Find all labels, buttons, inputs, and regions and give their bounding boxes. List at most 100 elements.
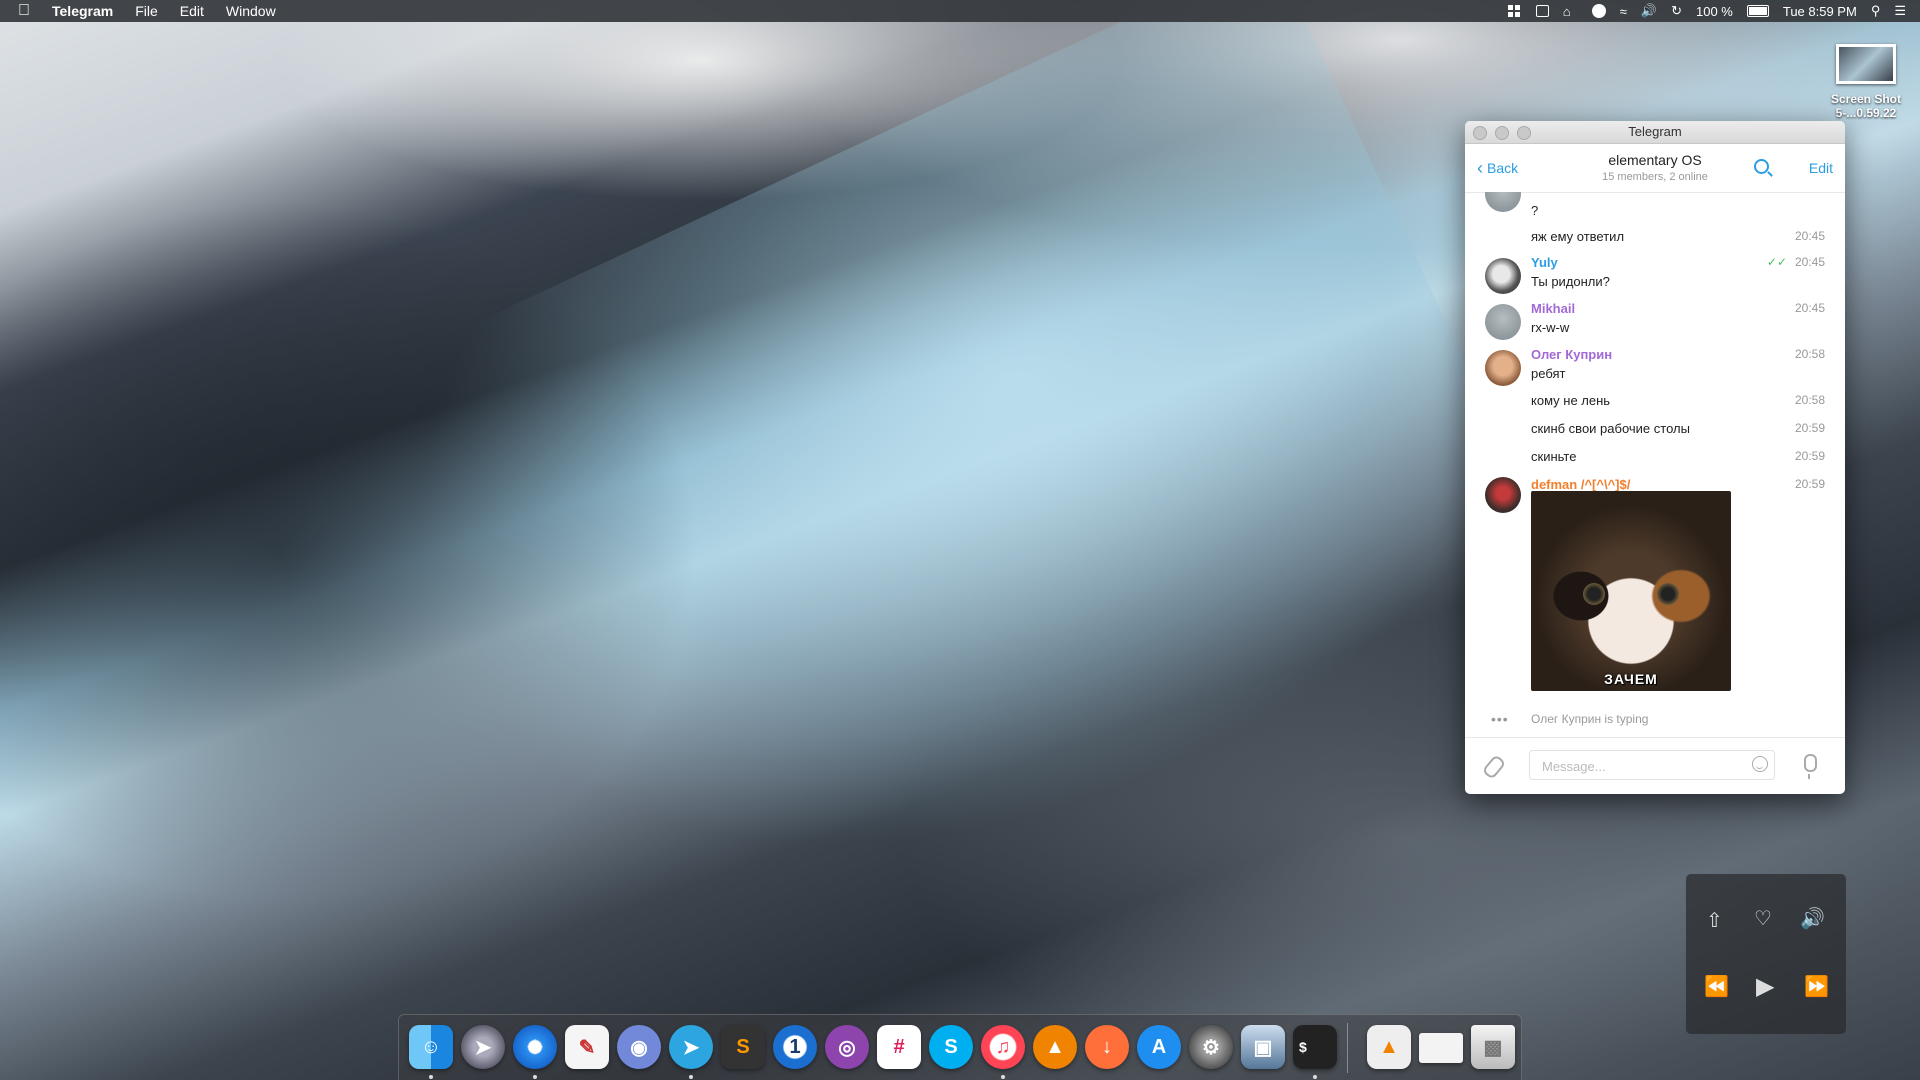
play-icon[interactable]: ▶ — [1756, 972, 1774, 1001]
message-list[interactable]: ? яж ему ответил 20:45 Yuly Ты ридонли? … — [1465, 192, 1845, 717]
notification-center-icon[interactable]: ☰ — [1894, 3, 1906, 19]
launchpad-icon[interactable]: ➤ — [461, 1025, 505, 1069]
message-text: скиньте — [1531, 449, 1577, 464]
archive-icon[interactable]: ▲ — [1367, 1025, 1411, 1069]
telegram-window: Telegram ‹ Back elementary OS 15 members… — [1465, 121, 1845, 794]
window-titlebar[interactable]: Telegram — [1465, 121, 1845, 144]
desktop-screenshot-file[interactable]: Screen Shot 5-...0.59.22 — [1820, 44, 1912, 120]
apple-menu-icon[interactable]:  — [18, 2, 52, 20]
preview-icon[interactable]: ▣ — [1241, 1025, 1285, 1069]
system-preferences-icon[interactable]: ⚙ — [1189, 1025, 1233, 1069]
itunes-icon[interactable]: ♫ — [981, 1025, 1025, 1069]
trash-icon[interactable]: ▩ — [1471, 1025, 1515, 1069]
edit-button[interactable]: Edit — [1809, 160, 1833, 176]
avatar[interactable] — [1485, 304, 1521, 340]
sketch-icon[interactable]: ✎ — [565, 1025, 609, 1069]
message-composer — [1465, 737, 1845, 794]
message-time: 20:45 — [1794, 301, 1825, 315]
attach-icon[interactable] — [1481, 754, 1507, 780]
menu-edit[interactable]: Edit — [169, 0, 215, 22]
message-input[interactable] — [1530, 751, 1744, 781]
podcast-icon[interactable]: ⌂ — [1563, 4, 1578, 19]
message-sender[interactable]: Mikhail — [1531, 301, 1575, 316]
message-sender[interactable]: defman /^[^\^]$/ — [1531, 477, 1630, 492]
avatar[interactable] — [1485, 477, 1521, 513]
podcasts-icon[interactable]: ◎ — [825, 1025, 869, 1069]
time-machine-icon[interactable]: ↻ — [1671, 3, 1682, 19]
volume-icon[interactable]: 🔊 — [1800, 906, 1825, 931]
terminal-icon[interactable]: $ — [1293, 1025, 1337, 1069]
spotlight-icon[interactable]: ⚲ — [1871, 3, 1881, 19]
file-name-line2: 5-...0.59.22 — [1835, 106, 1897, 120]
message-sender[interactable]: Yuly — [1531, 255, 1558, 270]
avatar[interactable] — [1485, 258, 1521, 294]
heart-icon[interactable]: ♡ — [1754, 906, 1772, 931]
message-time: 20:58 — [1794, 393, 1825, 407]
back-label: Back — [1487, 160, 1519, 176]
avatar[interactable] — [1485, 192, 1521, 212]
screenshot-stack-icon[interactable] — [1419, 1033, 1463, 1063]
volume-icon[interactable]: 🔊 — [1641, 3, 1657, 19]
menu-bar:  Telegram File Edit Window ⌂ ≈ 🔊 ↻ 100 … — [0, 0, 1920, 22]
menu-window[interactable]: Window — [215, 0, 287, 22]
message-text: скинб свои рабочие столы — [1531, 421, 1690, 436]
discord-icon[interactable]: ◉ — [617, 1025, 661, 1069]
share-icon[interactable]: ⇧ — [1706, 908, 1723, 933]
minimize-window-button[interactable] — [1495, 126, 1509, 140]
dock-separator — [1347, 1023, 1348, 1073]
menu-file[interactable]: File — [124, 0, 169, 22]
telegram-tray-icon[interactable] — [1591, 4, 1606, 18]
transmission-icon[interactable]: ↓ — [1085, 1025, 1129, 1069]
message-text: ? — [1531, 203, 1539, 218]
running-indicator — [429, 1075, 433, 1079]
display-icon[interactable] — [1535, 5, 1549, 17]
clock[interactable]: Tue 8:59 PM — [1783, 4, 1857, 19]
slack-icon[interactable]: # — [877, 1025, 921, 1069]
typing-dots-icon: ••• — [1491, 711, 1509, 727]
typing-text: Олег Куприн is typing — [1531, 712, 1649, 726]
tiles-icon[interactable] — [1507, 4, 1522, 18]
message-text: ребят — [1531, 366, 1566, 381]
message-text: Ты ридонли? — [1531, 274, 1610, 289]
finder-icon[interactable]: ☺ — [409, 1025, 453, 1069]
file-thumbnail — [1836, 44, 1896, 84]
message-input-box[interactable] — [1529, 750, 1775, 781]
microphone-icon[interactable] — [1804, 754, 1817, 779]
zoom-window-button[interactable] — [1517, 126, 1531, 140]
chevron-left-icon: ‹ — [1477, 158, 1483, 178]
wifi-icon[interactable]: ≈ — [1620, 4, 1627, 19]
app-store-icon[interactable]: A — [1137, 1025, 1181, 1069]
safari-icon[interactable]: ✧ — [513, 1025, 557, 1069]
close-window-button[interactable] — [1473, 126, 1487, 140]
search-icon[interactable] — [1754, 159, 1769, 174]
running-indicator — [1313, 1075, 1317, 1079]
fast-forward-icon[interactable]: ⏩ — [1804, 974, 1829, 999]
telegram-icon[interactable]: ➤ — [669, 1025, 713, 1069]
chat-header: ‹ Back elementary OS 15 members, 2 onlin… — [1465, 144, 1845, 193]
avatar[interactable] — [1485, 350, 1521, 386]
photo-message[interactable]: ЗАЧЕМ — [1531, 491, 1731, 691]
chat-subtitle: 15 members, 2 online — [1602, 171, 1708, 183]
message-time: 20:59 — [1794, 477, 1825, 491]
message-text: rx-w-w — [1531, 320, 1570, 335]
read-check-icon: ✓✓ — [1766, 255, 1787, 269]
sublime-text-icon[interactable]: S — [721, 1025, 765, 1069]
message-time: 20:59 — [1794, 421, 1825, 435]
vlc-icon[interactable]: ▲ — [1033, 1025, 1077, 1069]
1password-icon[interactable]: 1 — [773, 1025, 817, 1069]
app-menu[interactable]: Telegram — [52, 0, 124, 22]
chat-title: elementary OS — [1608, 152, 1702, 168]
photo-caption: ЗАЧЕМ — [1604, 671, 1658, 687]
message-sender[interactable]: Олег Куприн — [1531, 347, 1612, 362]
battery-percent[interactable]: 100 % — [1696, 4, 1733, 19]
wallpaper-glacier — [321, 0, 1569, 1030]
message-time: 20:58 — [1794, 347, 1825, 361]
cat-eye — [1583, 583, 1605, 605]
skype-icon[interactable]: S — [929, 1025, 973, 1069]
battery-icon[interactable] — [1746, 5, 1769, 17]
emoji-icon[interactable] — [1752, 756, 1768, 772]
dock: ☺ ➤ ✧ ✎ ◉ ➤ S 1 ◎ # S ♫ ▲ ↓ A ⚙ ▣ $ ▲ ▩ — [398, 1014, 1522, 1080]
cat-eye — [1657, 583, 1679, 605]
rewind-icon[interactable]: ⏪ — [1704, 974, 1729, 999]
back-button[interactable]: ‹ Back — [1477, 158, 1519, 178]
